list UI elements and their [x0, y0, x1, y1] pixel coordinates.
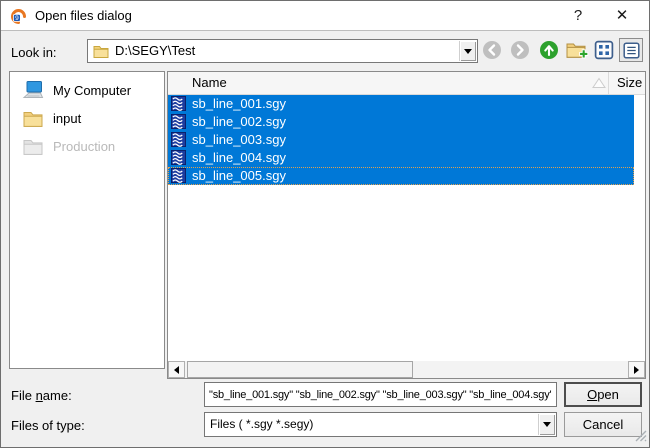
segy-file-icon — [171, 114, 186, 131]
icon-view-icon — [594, 40, 614, 60]
files-of-type-label: Files of type: — [11, 418, 85, 433]
column-header-size[interactable]: Size — [608, 72, 645, 94]
close-button[interactable]: ✕ — [605, 1, 639, 30]
detail-view-icon — [622, 41, 640, 59]
file-rows: sb_line_001.sgy sb_line_002.sgy sb_line_… — [168, 95, 645, 185]
app-logo-icon: 9 — [10, 8, 27, 25]
files-of-type-combobox[interactable]: Files ( *.sgy *.segy) — [204, 412, 557, 437]
list-header: Name Size — [168, 72, 645, 95]
file-row[interactable]: sb_line_002.sgy — [168, 113, 634, 131]
sidebar-item-input[interactable]: input — [11, 105, 163, 131]
window-title: Open files dialog — [35, 8, 132, 23]
up-one-level-button[interactable] — [537, 38, 561, 62]
open-button[interactable]: Open — [564, 382, 642, 407]
chevron-down-icon — [543, 422, 551, 427]
segy-file-icon — [171, 96, 186, 113]
file-row[interactable]: sb_line_005.sgy — [168, 167, 634, 185]
file-name: sb_line_001.sgy — [192, 96, 286, 111]
open-files-dialog: 9 Open files dialog ? ✕ Look in: D:\SEGY… — [0, 0, 650, 448]
scroll-left-button[interactable] — [168, 361, 185, 378]
folder-icon — [20, 110, 46, 127]
cancel-button[interactable]: Cancel — [564, 412, 642, 437]
new-folder-icon — [566, 43, 588, 59]
detail-view-button[interactable] — [619, 38, 643, 62]
horizontal-scrollbar — [168, 361, 645, 378]
file-name: sb_line_003.sgy — [192, 132, 286, 147]
file-name-input[interactable] — [204, 382, 557, 407]
resize-grip[interactable] — [634, 429, 647, 445]
segy-file-icon — [171, 168, 186, 185]
look-in-label: Look in: — [11, 45, 57, 60]
titlebar: 9 Open files dialog ? ✕ — [1, 1, 649, 31]
sidebar-item-production[interactable]: Production — [11, 133, 163, 159]
file-row[interactable]: sb_line_001.sgy — [168, 95, 634, 113]
create-new-folder-button[interactable] — [565, 38, 589, 62]
file-name-label: File name: — [11, 388, 72, 403]
file-list: Name Size sb_line_001.sgy sb_line_002.sg… — [167, 71, 646, 379]
segy-file-icon — [171, 150, 186, 167]
help-button[interactable]: ? — [561, 1, 595, 30]
back-button[interactable] — [480, 38, 504, 62]
column-header-name[interactable]: Name — [192, 72, 227, 94]
back-icon — [483, 41, 501, 59]
svg-text:9: 9 — [15, 15, 19, 22]
sidebar-item-label: Production — [53, 138, 116, 154]
look-in-value: D:\SEGY\Test — [115, 43, 196, 58]
places-sidebar: My Computer input Production — [9, 71, 165, 369]
look-in-combobox[interactable]: D:\SEGY\Test — [87, 39, 478, 63]
sort-ascending-icon — [592, 77, 606, 92]
folder-icon — [93, 44, 109, 61]
chevron-down-icon — [464, 48, 472, 54]
sidebar-item-label: input — [53, 110, 82, 126]
files-of-type-dropdown-button[interactable] — [538, 414, 555, 435]
look-in-dropdown-button[interactable] — [459, 41, 476, 61]
up-arrow-icon — [540, 41, 558, 59]
forward-button[interactable] — [508, 38, 532, 62]
triangle-left-icon — [174, 365, 179, 374]
triangle-right-icon — [634, 365, 639, 374]
folder-icon-disabled — [20, 138, 46, 155]
scrollbar-thumb[interactable] — [187, 361, 413, 378]
sidebar-item-label: My Computer — [53, 82, 132, 98]
file-name: sb_line_002.sgy — [192, 114, 286, 129]
segy-file-icon — [171, 132, 186, 149]
sidebar-item-my-computer[interactable]: My Computer — [11, 77, 163, 103]
file-name: sb_line_005.sgy — [192, 168, 286, 183]
scroll-right-button[interactable] — [628, 361, 645, 378]
icon-view-button[interactable] — [592, 38, 616, 62]
forward-icon — [511, 41, 529, 59]
file-row[interactable]: sb_line_003.sgy — [168, 131, 634, 149]
computer-icon — [20, 80, 46, 100]
files-of-type-value: Files ( *.sgy *.segy) — [210, 417, 314, 431]
file-row[interactable]: sb_line_004.sgy — [168, 149, 634, 167]
file-name: sb_line_004.sgy — [192, 150, 286, 165]
